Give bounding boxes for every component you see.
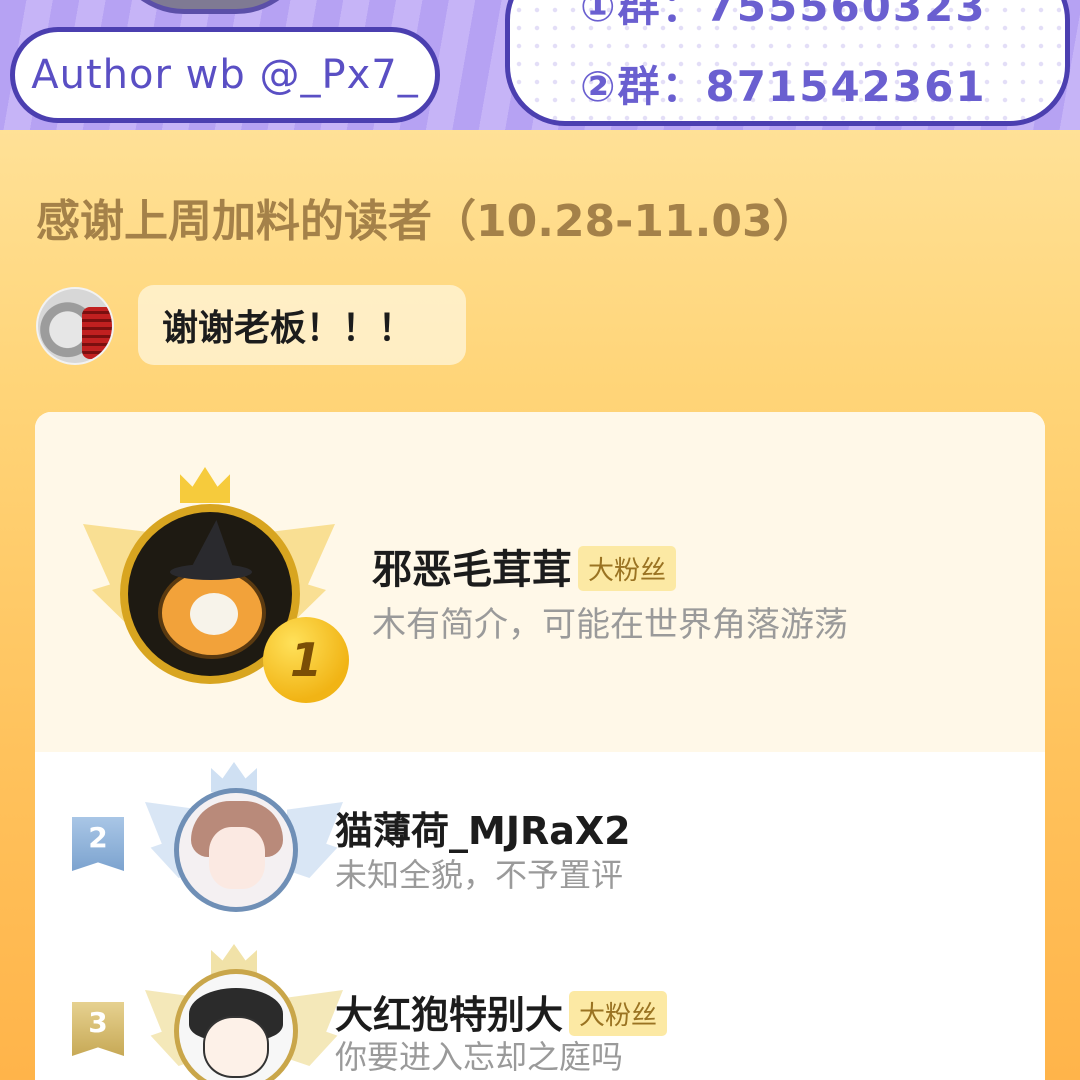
witch-hat-icon: [170, 520, 252, 580]
ranking-card: 1 邪恶毛茸茸 大粉丝 木有简介，可能在世界角落游荡 2 猫薄荷_MJRaX2 未…: [35, 412, 1045, 1080]
author-avatar[interactable]: [36, 287, 114, 365]
rank-2-flag: 2: [72, 817, 124, 871]
rank-2-bio: 未知全貌，不予置评: [335, 856, 624, 894]
face-icon: [190, 593, 238, 635]
group-number-2: ②群：871542361: [580, 62, 987, 111]
author-pill: Author wb @_Px7_: [10, 27, 440, 123]
speech-bubble: 谢谢老板！！！: [138, 285, 466, 365]
avatar-image: [179, 974, 293, 1080]
top-banner: Author wb @_Px7_ ①群：755560323 ②群：8715423…: [0, 0, 1080, 130]
rank-1-name[interactable]: 邪恶毛茸茸 大粉丝: [372, 537, 677, 595]
author-handle: Author wb @_Px7_: [31, 52, 419, 98]
rank-2-avatar[interactable]: [174, 788, 298, 912]
fan-name: 邪恶毛茸茸: [372, 547, 572, 593]
pumpkin-icon: [158, 567, 266, 659]
mascot-illustration: [110, 0, 310, 14]
group-numbers-box: ①群：755560323 ②群：871542361: [505, 0, 1070, 126]
rank-2-name[interactable]: 猫薄荷_MJRaX2: [335, 800, 631, 855]
rank-3-avatar[interactable]: [174, 969, 298, 1080]
section-title: 感谢上周加料的读者（10.28-11.03）: [36, 196, 817, 247]
rank-1-bio: 木有简介，可能在世界角落游荡: [372, 605, 848, 645]
avatar-image: [179, 793, 293, 907]
rank-1-coin: 1: [263, 617, 349, 703]
fan-name: 大红狍特别大: [335, 993, 564, 1037]
rank-3-flag: 3: [72, 1002, 124, 1056]
fan-badge: 大粉丝: [569, 991, 668, 1036]
plaid-blanket-icon: [82, 307, 112, 359]
group-number-1: ①群：755560323: [580, 0, 987, 31]
fan-badge: 大粉丝: [578, 545, 677, 591]
rank-3-bio: 你要进入忘却之庭吗: [335, 1038, 624, 1076]
